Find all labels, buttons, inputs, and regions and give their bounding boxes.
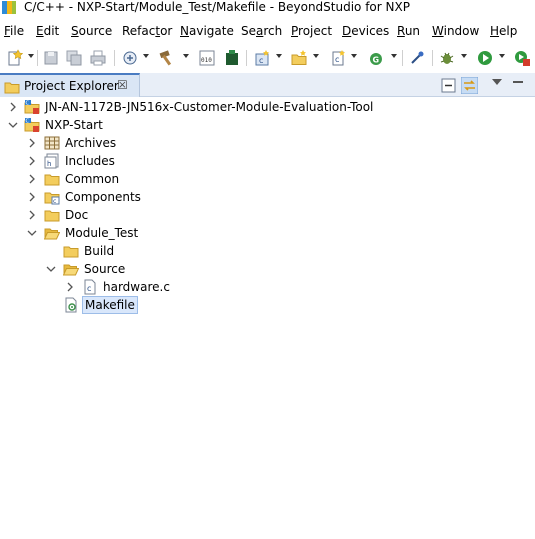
project-icon: C	[24, 99, 40, 115]
link-with-editor-icon[interactable]	[461, 77, 478, 94]
svg-text:c: c	[335, 55, 339, 64]
svg-text:C: C	[26, 101, 30, 107]
new-folder-icon[interactable]	[290, 49, 308, 67]
menu-search[interactable]: Search	[241, 23, 282, 39]
pin-icon[interactable]	[408, 49, 426, 67]
chevron-right-icon[interactable]	[27, 174, 37, 184]
folder-open-icon	[44, 225, 60, 241]
tree-item-label: Module_Test	[65, 226, 139, 240]
tree-item-label: Components	[65, 190, 141, 204]
tree-item-components[interactable]: c Components	[0, 188, 535, 206]
tree-item-source[interactable]: Source	[0, 260, 535, 278]
tree-item-build[interactable]: Build	[0, 242, 535, 260]
tree-item-label: Includes	[65, 154, 115, 168]
chevron-right-icon[interactable]	[27, 210, 37, 220]
chevron-down-icon[interactable]	[8, 120, 18, 130]
title-bar: C/C++ - NXP-Start/Module_Test/Makefile -…	[0, 0, 535, 16]
close-icon[interactable]: ☒	[117, 78, 128, 92]
menu-devices[interactable]: Devices	[342, 23, 389, 39]
svg-text:c: c	[259, 56, 263, 65]
tab-project-explorer-label: Project Explorer	[24, 79, 119, 93]
includes-icon: h	[44, 153, 60, 169]
svg-text:G: G	[373, 56, 380, 65]
tree-item-label: Archives	[65, 136, 117, 150]
project-icon: C	[24, 117, 40, 133]
tree-item-label: NXP-Start	[45, 118, 103, 132]
tree-item-label: Common	[65, 172, 120, 186]
menu-refactor[interactable]: Refactor	[122, 23, 172, 39]
chevron-right-icon[interactable]	[27, 192, 37, 202]
tree-item-makefile[interactable]: Makefile	[0, 296, 535, 314]
folder-icon	[44, 171, 60, 187]
tree-item-label: hardware.c	[103, 280, 170, 294]
main-toolbar: 010 c c G	[0, 44, 535, 72]
coverage-icon[interactable]	[513, 49, 531, 67]
chevron-right-icon[interactable]	[65, 282, 75, 292]
menu-source[interactable]: Source	[71, 23, 112, 39]
tree-item-label: Build	[84, 244, 115, 258]
menu-file[interactable]: File	[4, 23, 24, 39]
menu-project[interactable]: Project	[291, 23, 332, 39]
flash-program-icon[interactable]	[223, 49, 241, 67]
tree-item-doc[interactable]: Doc	[0, 206, 535, 224]
menu-window[interactable]: Window	[432, 23, 479, 39]
save-all-icon[interactable]	[65, 49, 83, 67]
window-title: C/C++ - NXP-Start/Module_Test/Makefile -…	[24, 0, 410, 14]
tree-item-label: Makefile	[82, 296, 138, 314]
chevron-down-icon[interactable]	[46, 264, 56, 274]
binary-icon[interactable]: 010	[198, 49, 216, 67]
folder-icon	[44, 207, 60, 223]
tree-item-label: JN-AN-1172B-JN516x-Customer-Module-Evalu…	[45, 100, 374, 114]
chevron-right-icon[interactable]	[27, 138, 37, 148]
source-folder-icon: c	[44, 189, 60, 205]
tree-item-project-nxp-start[interactable]: C NXP-Start	[0, 116, 535, 134]
view-menu-icon[interactable]	[492, 79, 502, 85]
project-explorer-icon	[4, 80, 20, 94]
folder-open-icon	[63, 261, 79, 277]
app-logo-icon	[2, 1, 16, 14]
svg-text:h: h	[47, 160, 51, 168]
menu-navigate[interactable]: Navigate	[180, 23, 234, 39]
tree-item-label: Source	[84, 262, 126, 276]
archives-icon	[44, 135, 60, 151]
new-class-icon[interactable]: G	[367, 49, 385, 67]
tree-item-module-test[interactable]: Module_Test	[0, 224, 535, 242]
tab-project-explorer[interactable]: Project Explorer ☒	[0, 73, 140, 97]
chevron-right-icon[interactable]	[8, 102, 18, 112]
svg-text:C: C	[26, 119, 30, 125]
save-icon[interactable]	[42, 49, 60, 67]
print-icon[interactable]	[89, 49, 107, 67]
makefile-icon	[63, 297, 79, 313]
svg-text:c: c	[53, 198, 56, 205]
new-cpp-project-icon[interactable]: c	[253, 49, 271, 67]
tree-item-project-jn-an[interactable]: C JN-AN-1172B-JN516x-Customer-Module-Eva…	[0, 98, 535, 116]
menu-run[interactable]: Run	[397, 23, 420, 39]
debug-config-icon[interactable]	[121, 49, 139, 67]
minimize-icon[interactable]	[513, 81, 523, 83]
build-hammer-icon[interactable]	[158, 49, 176, 67]
explorer-tab-bar: Project Explorer ☒	[0, 73, 535, 97]
menu-bar: File Edit Source Refactor Navigate Searc…	[0, 20, 535, 42]
folder-icon	[63, 243, 79, 259]
new-source-file-icon[interactable]: c	[329, 49, 347, 67]
tree-item-hardware-c[interactable]: c hardware.c	[0, 278, 535, 296]
new-icon[interactable]	[6, 49, 24, 67]
chevron-right-icon[interactable]	[27, 156, 37, 166]
tree-item-includes[interactable]: h Includes	[0, 152, 535, 170]
debug-icon[interactable]	[438, 49, 456, 67]
run-icon[interactable]	[476, 49, 494, 67]
svg-text:c: c	[87, 284, 91, 293]
c-file-icon: c	[82, 279, 98, 295]
collapse-all-icon[interactable]	[440, 77, 457, 94]
chevron-down-icon[interactable]	[27, 228, 37, 238]
svg-text:010: 010	[201, 57, 212, 64]
menu-help[interactable]: Help	[490, 23, 517, 39]
tree-item-archives[interactable]: Archives	[0, 134, 535, 152]
menu-edit[interactable]: Edit	[36, 23, 59, 39]
tree-item-common[interactable]: Common	[0, 170, 535, 188]
tree-item-label: Doc	[65, 208, 89, 222]
